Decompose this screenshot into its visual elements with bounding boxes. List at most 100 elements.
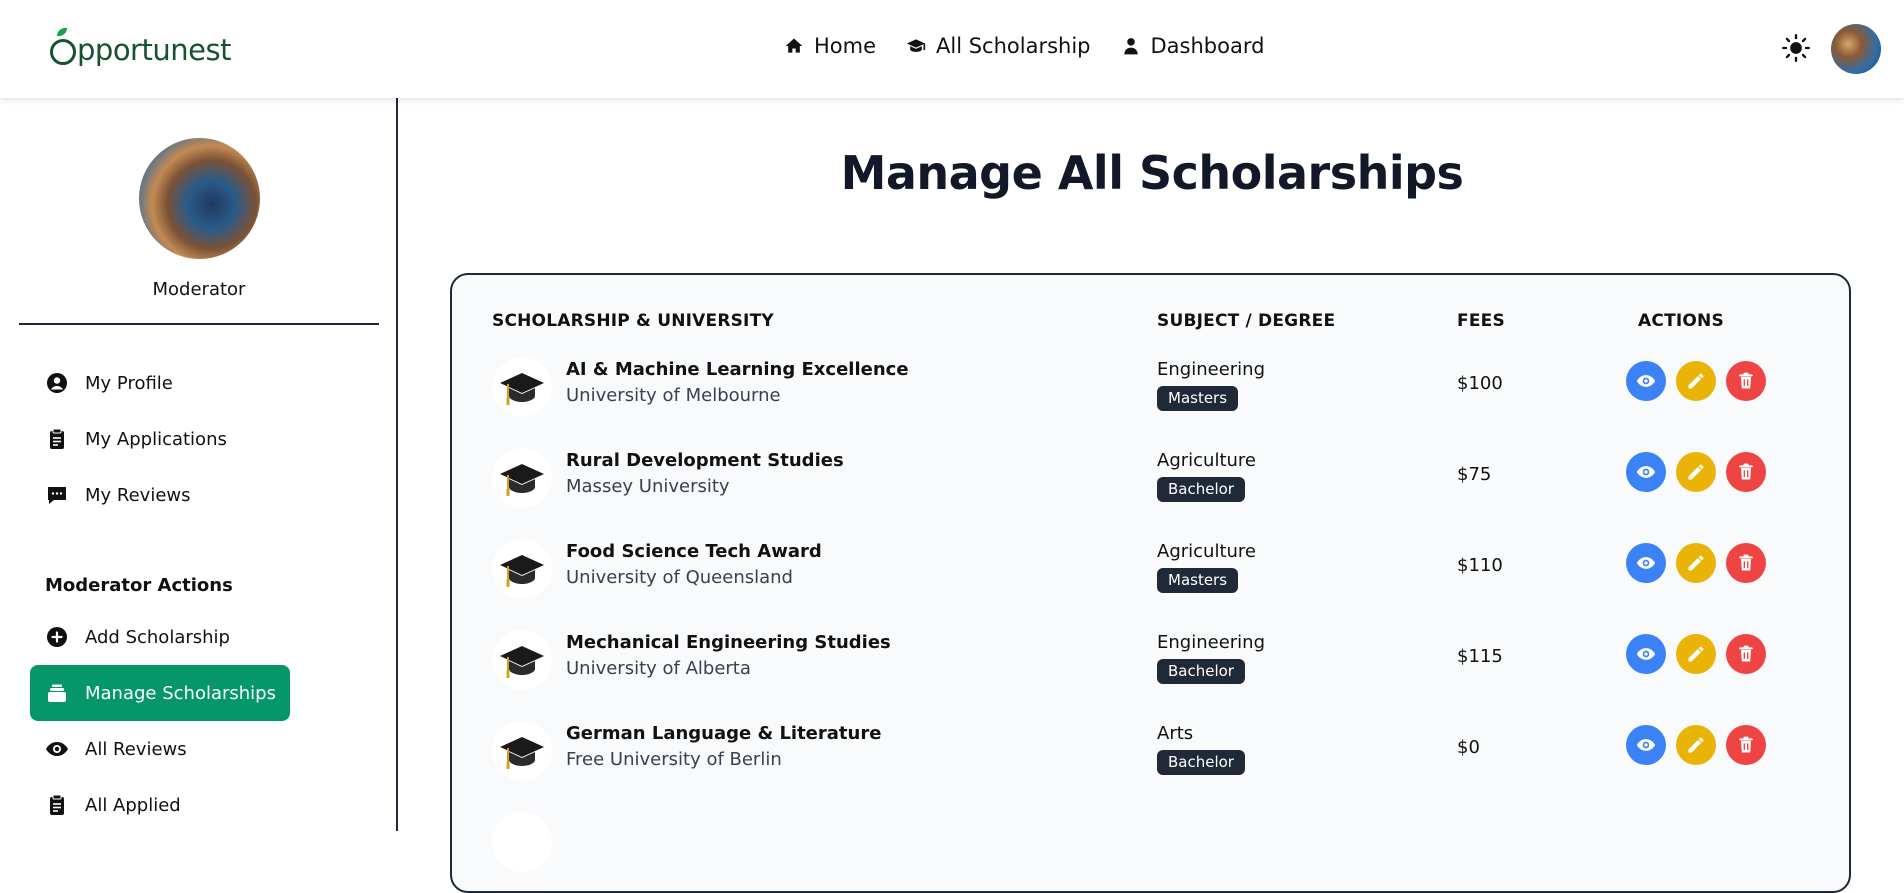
application-fee: $0 <box>1457 737 1480 758</box>
sidebar-item-label: Manage Scholarships <box>85 682 276 704</box>
trash-icon <box>1739 463 1753 480</box>
clipboard-icon <box>50 794 64 815</box>
graduation-cap-icon <box>492 721 552 781</box>
sidebar-item-label: All Reviews <box>85 738 187 760</box>
view-button[interactable] <box>1626 452 1666 492</box>
graduation-cap-icon <box>492 448 552 508</box>
degree-badge: Masters <box>1157 568 1239 593</box>
nav-links: Home All Scholarship Dashboard <box>784 34 1264 58</box>
trash-icon <box>1739 645 1753 662</box>
user-icon <box>1123 38 1138 55</box>
logo-text: pportunest <box>77 33 231 67</box>
edit-button[interactable] <box>1676 361 1716 401</box>
table-row <box>452 800 1853 891</box>
scholarship-name: AI & Machine Learning Excellence <box>566 359 909 380</box>
top-navbar: pportunest Home All Scholarship Dashboar… <box>0 0 1904 98</box>
eye-icon <box>1636 375 1656 387</box>
edit-button[interactable] <box>1676 634 1716 674</box>
sidebar-item-add-scholarship[interactable]: Add Scholarship <box>30 609 290 665</box>
scholarship-name: Mechanical Engineering Studies <box>566 632 891 653</box>
sun-icon[interactable] <box>1782 34 1810 62</box>
subject-category: Agriculture <box>1157 541 1256 562</box>
edit-button[interactable] <box>1676 725 1716 765</box>
clipboard-icon <box>50 428 64 449</box>
nav-link-all-scholarship-label: All Scholarship <box>936 34 1091 58</box>
comment-icon <box>48 487 66 504</box>
view-button[interactable] <box>1626 634 1666 674</box>
sidebar-item-label: Add Scholarship <box>85 626 230 648</box>
trash-icon <box>1739 554 1753 571</box>
edit-button[interactable] <box>1676 452 1716 492</box>
pencil-icon <box>1688 646 1704 662</box>
column-header-subject: SUBJECT / DEGREE <box>1157 311 1336 331</box>
sidebar-item-label: My Profile <box>85 372 173 394</box>
profile-avatar <box>139 138 260 259</box>
scholarships-table: SCHOLARSHIP & UNIVERSITY SUBJECT / DEGRE… <box>450 273 1851 893</box>
eye-icon <box>1636 557 1656 569</box>
graduation-cap-icon <box>492 812 552 872</box>
degree-badge: Bachelor <box>1157 477 1245 502</box>
delete-button[interactable] <box>1726 452 1766 492</box>
layers-icon <box>48 684 66 702</box>
graduation-cap-icon <box>492 357 552 417</box>
subject-category: Agriculture <box>1157 450 1256 471</box>
graduation-cap-icon <box>906 39 926 52</box>
table-row: Rural Development Studies Massey Univers… <box>452 436 1853 527</box>
university-name: University of Alberta <box>566 658 751 679</box>
nav-link-all-scholarship[interactable]: All Scholarship <box>906 34 1091 58</box>
university-name: University of Queensland <box>566 567 793 588</box>
degree-badge: Bachelor <box>1157 750 1245 775</box>
view-button[interactable] <box>1626 361 1666 401</box>
sidebar-item-my-profile[interactable]: My Profile <box>30 355 290 411</box>
sidebar-item-manage-scholarships[interactable]: Manage Scholarships <box>30 665 290 721</box>
subject-category: Arts <box>1157 723 1194 744</box>
pencil-icon <box>1688 555 1704 571</box>
eye-icon <box>1636 739 1656 751</box>
moderator-actions-heading: Moderator Actions <box>45 575 233 596</box>
sidebar-item-all-applied[interactable]: All Applied <box>30 777 290 833</box>
view-button[interactable] <box>1626 543 1666 583</box>
table-row: AI & Machine Learning Excellence Univers… <box>452 345 1853 436</box>
sidebar-divider <box>19 323 379 325</box>
application-fee: $115 <box>1457 646 1503 667</box>
graduation-cap-icon <box>492 539 552 599</box>
sidebar-item-my-applications[interactable]: My Applications <box>30 411 290 467</box>
pencil-icon <box>1688 464 1704 480</box>
scholarship-name: German Language & Literature <box>566 723 882 744</box>
sidebar-item-label: All Applied <box>85 794 181 816</box>
application-fee: $75 <box>1457 464 1492 485</box>
pencil-icon <box>1688 737 1704 753</box>
delete-button[interactable] <box>1726 634 1766 674</box>
degree-badge: Masters <box>1157 386 1239 411</box>
application-fee: $100 <box>1457 373 1503 394</box>
view-button[interactable] <box>1626 725 1666 765</box>
delete-button[interactable] <box>1726 725 1766 765</box>
eye-icon <box>1636 466 1656 478</box>
user-circle-icon <box>47 373 67 393</box>
nav-link-dashboard-label: Dashboard <box>1150 34 1265 58</box>
sidebar-item-label: My Applications <box>85 428 227 450</box>
delete-button[interactable] <box>1726 361 1766 401</box>
home-icon <box>785 38 803 53</box>
nav-link-home-label: Home <box>814 34 877 58</box>
delete-button[interactable] <box>1726 543 1766 583</box>
sidebar-item-my-reviews[interactable]: My Reviews <box>30 467 290 523</box>
trash-icon <box>1739 736 1753 753</box>
sidebar-item-all-reviews[interactable]: All Reviews <box>30 721 290 777</box>
subject-category: Engineering <box>1157 632 1265 653</box>
subject-category: Engineering <box>1157 359 1265 380</box>
pencil-icon <box>1688 373 1704 389</box>
user-role: Moderator <box>152 279 246 300</box>
user-avatar[interactable] <box>1831 24 1881 74</box>
university-name: University of Melbourne <box>566 385 781 406</box>
edit-button[interactable] <box>1676 543 1716 583</box>
logo-leaf-icon <box>50 28 76 65</box>
application-fee: $110 <box>1457 555 1503 576</box>
eye-icon <box>46 742 68 756</box>
logo[interactable]: pportunest <box>50 28 231 72</box>
nav-link-dashboard[interactable]: Dashboard <box>1121 34 1265 58</box>
plus-circle-icon <box>47 627 67 647</box>
trash-icon <box>1739 372 1753 389</box>
nav-link-home[interactable]: Home <box>784 34 876 58</box>
sidebar: Moderator My Profile My Applications My … <box>0 98 398 831</box>
